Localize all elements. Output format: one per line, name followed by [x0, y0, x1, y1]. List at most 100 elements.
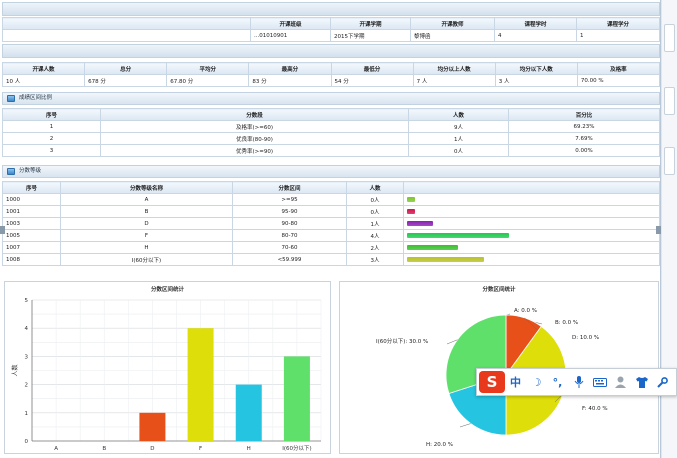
grade-bar-cell — [403, 205, 660, 218]
bar — [235, 384, 262, 441]
moon-icon[interactable]: ☽ — [526, 371, 547, 393]
summary-cell: 3 人 — [494, 74, 578, 87]
resize-handle-left[interactable] — [0, 226, 5, 234]
summary-header: 均分以下人数 — [494, 62, 578, 75]
ratio-cell: 7.69% — [508, 132, 660, 145]
table-row: 1000 A >=95 0人 — [2, 193, 660, 206]
grade-count-cell: 3人 — [346, 253, 404, 266]
course-info-header: 开课班级 — [250, 17, 331, 30]
y-tick-label: 1 — [25, 411, 29, 417]
summary-header: 平均分 — [166, 62, 250, 75]
ime-toolbar[interactable]: S 中 ☽ °, — [476, 368, 677, 396]
grade-section-label: 分数等级 — [19, 168, 42, 174]
course-info-table: 开课班级 开课学期 开课教师 课程学时 课程学分 ...01010901 201… — [2, 17, 660, 42]
pie-leader-line — [459, 423, 471, 428]
grade-id-cell: 1007 — [2, 241, 61, 254]
summary-cell: 7 人 — [412, 74, 496, 87]
bar-chart-panel: 分数区间统计 0 1 2 3 4 5 人数 A B D F H I(60分以下) — [4, 281, 331, 454]
grade-name-cell: B — [60, 205, 233, 218]
ratio-cell: 优良率(80-90) — [100, 132, 409, 145]
grade-bar — [407, 221, 433, 226]
grade-bar — [407, 209, 415, 214]
grade-header: 序号 — [2, 181, 61, 194]
grade-header-bar — [403, 181, 660, 194]
course-info-header: 课程学分 — [576, 17, 660, 30]
ratio-cell: 及格率(>=60) — [100, 120, 409, 133]
grade-bar — [407, 245, 458, 250]
summary-header: 最高分 — [248, 62, 332, 75]
grade-table: 序号 分数等级名称 分数区间 人数 1000 A >=95 0人 1001 B 95-90 0… — [2, 181, 660, 266]
ratio-cell: 优秀率(>=90) — [100, 144, 409, 157]
ratio-section-title: 成绩区间比例 — [2, 92, 660, 105]
grade-id-cell: 1003 — [2, 217, 61, 230]
table-row: 1008 I(60分以下) <59.999 3人 — [2, 253, 660, 266]
top-bar — [2, 2, 660, 16]
grade-range-cell: 70-60 — [232, 241, 347, 254]
x-tick-label: H — [247, 446, 251, 452]
x-tick-label: D — [150, 446, 154, 452]
grade-header: 分数等级名称 — [60, 181, 233, 194]
grade-name-cell: F — [60, 229, 233, 242]
grade-name-cell: D — [60, 217, 233, 230]
resize-handle-right[interactable] — [656, 226, 661, 234]
table-row: 1007 H 70-60 2人 — [2, 241, 660, 254]
y-tick-label: 2 — [25, 383, 29, 389]
user-icon[interactable] — [610, 371, 631, 393]
side-button[interactable] — [664, 24, 675, 52]
grade-id-cell: 1008 — [2, 253, 61, 266]
keyboard-icon[interactable] — [589, 371, 610, 393]
grade-id-cell: 1005 — [2, 229, 61, 242]
grade-bar — [407, 233, 509, 238]
grade-header: 人数 — [346, 181, 404, 194]
y-tick-label: 4 — [25, 326, 29, 332]
ime-logo-icon[interactable]: S — [479, 371, 505, 393]
ratio-header: 序号 — [2, 108, 101, 121]
side-button[interactable] — [664, 87, 675, 115]
table-row: 1001 B 95-90 0人 — [2, 205, 660, 218]
grade-count-cell: 0人 — [346, 193, 404, 206]
grade-count-cell: 2人 — [346, 241, 404, 254]
x-tick-label: B — [102, 446, 106, 452]
y-tick-label: 0 — [25, 439, 29, 445]
shirt-icon[interactable] — [631, 371, 652, 393]
summary-header: 最低分 — [330, 62, 414, 75]
table-row: 1 及格率(>=60) 9人 69.23% — [2, 120, 660, 133]
ime-lang-toggle[interactable]: 中 — [505, 371, 526, 393]
summary-header: 总分 — [84, 62, 168, 75]
punctuation-icon[interactable]: °, — [547, 371, 568, 393]
pie-label: D: 10.0 % — [572, 335, 599, 341]
table-row: 1003 D 90-80 1人 — [2, 217, 660, 230]
bar — [139, 412, 166, 441]
wrench-icon[interactable] — [652, 371, 673, 393]
summary-cell: 10 人 — [1, 74, 86, 87]
grade-count-cell: 1人 — [346, 217, 404, 230]
microphone-icon[interactable] — [568, 371, 589, 393]
ratio-cell: 0.00% — [508, 144, 660, 157]
grade-range-cell: 90-80 — [232, 217, 347, 230]
course-credits-cell: 1 — [576, 29, 660, 42]
course-info-header: 课程学时 — [494, 17, 577, 30]
grade-bar-cell — [403, 193, 660, 206]
x-tick-label: F — [199, 446, 202, 452]
grade-range-cell: 95-90 — [232, 205, 347, 218]
table-row: 3 优秀率(>=90) 0人 0.00% — [2, 144, 660, 157]
folder-icon — [7, 168, 15, 175]
ratio-table: 序号 分数段 人数 百分比 1 及格率(>=60) 9人 69.23% 2 优良… — [2, 108, 660, 157]
y-tick-label: 5 — [25, 298, 29, 304]
grade-bar-cell — [403, 253, 660, 266]
course-class-cell: ...01010901 — [250, 29, 331, 42]
grade-bar — [407, 257, 484, 262]
bar — [187, 328, 214, 441]
ratio-cell: 0人 — [408, 144, 509, 157]
bar-chart: 0 1 2 3 4 5 人数 A B D F H I(60分以下) — [11, 298, 322, 452]
ratio-cell: 2 — [2, 132, 101, 145]
course-info-header-blank — [2, 17, 251, 30]
grade-id-cell: 1001 — [2, 205, 61, 218]
course-info-header: 开课学期 — [330, 17, 411, 30]
ratio-cell: 3 — [2, 144, 101, 157]
grade-bar-cell — [403, 241, 660, 254]
side-button[interactable] — [664, 147, 675, 175]
pie-label: I(60分以下): 30.0 % — [376, 337, 428, 345]
folder-icon — [7, 95, 15, 102]
ratio-cell: 1 — [2, 120, 101, 133]
